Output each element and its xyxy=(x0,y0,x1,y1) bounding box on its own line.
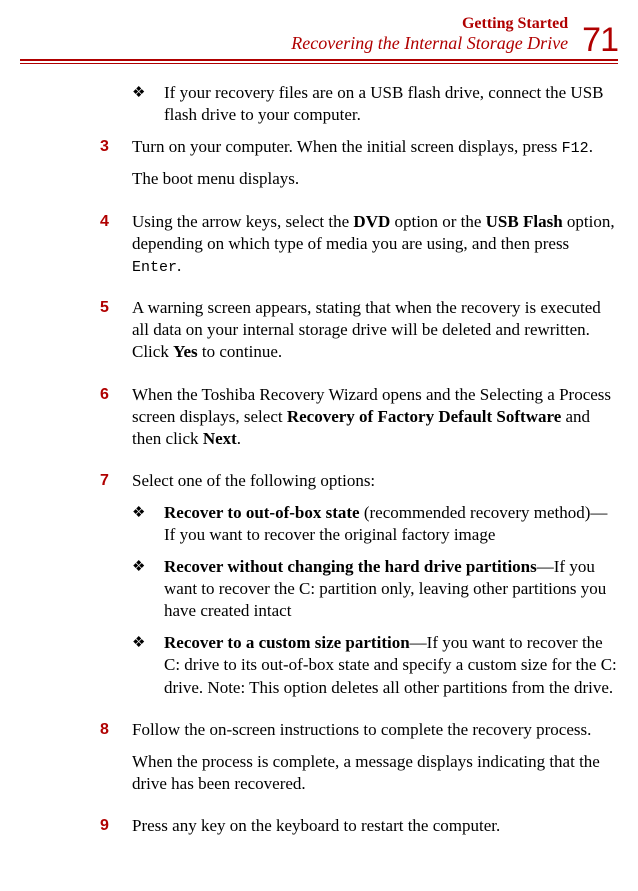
step-5: 5 A warning screen appears, stating that… xyxy=(100,297,618,373)
bullet-item: ❖ If your recovery files are on a USB fl… xyxy=(132,82,618,126)
step-number: 9 xyxy=(100,815,132,847)
bullet-text: Recover without changing the hard drive … xyxy=(164,556,618,622)
bullet-item: ❖ Recover to out-of-box state (recommend… xyxy=(132,502,618,546)
bullet-item: ❖ Recover to a custom size partition—If … xyxy=(132,632,618,698)
step-text: Turn on your computer. When the initial … xyxy=(132,136,618,159)
diamond-icon: ❖ xyxy=(132,502,164,546)
step-text: Select one of the following options: xyxy=(132,470,618,492)
step-text: Press any key on the keyboard to restart… xyxy=(132,815,618,837)
step-text: Using the arrow keys, select the DVD opt… xyxy=(132,211,618,278)
step-9: 9 Press any key on the keyboard to resta… xyxy=(100,815,618,847)
diamond-icon: ❖ xyxy=(132,82,164,126)
bullet-text: Recover to out-of-box state (recommended… xyxy=(164,502,618,546)
step-text: When the Toshiba Recovery Wizard opens a… xyxy=(132,384,618,450)
step-4: 4 Using the arrow keys, select the DVD o… xyxy=(100,211,618,288)
diamond-icon: ❖ xyxy=(132,632,164,698)
step-3: 3 Turn on your computer. When the initia… xyxy=(100,136,618,201)
step-number: 4 xyxy=(100,211,132,288)
key-label: F12 xyxy=(562,140,589,157)
diamond-icon: ❖ xyxy=(132,556,164,622)
step-number: 6 xyxy=(100,384,132,460)
step-number: 5 xyxy=(100,297,132,373)
step-number: 3 xyxy=(100,136,132,201)
step-text: A warning screen appears, stating that w… xyxy=(132,297,618,363)
step-text: Follow the on-screen instructions to com… xyxy=(132,719,618,741)
chapter-title: Getting Started xyxy=(291,14,568,33)
page-number: 71 xyxy=(582,23,618,57)
section-title: Recovering the Internal Storage Drive xyxy=(291,33,568,55)
step-number: 7 xyxy=(100,470,132,709)
bullet-text: Recover to a custom size partition—If yo… xyxy=(164,632,618,698)
step-8: 8 Follow the on-screen instructions to c… xyxy=(100,719,618,805)
page-header: Getting Started Recovering the Internal … xyxy=(20,14,618,55)
bullet-text: If your recovery files are on a USB flas… xyxy=(164,82,618,126)
header-rule-thick xyxy=(20,59,618,61)
bullet-item: ❖ Recover without changing the hard driv… xyxy=(132,556,618,622)
step-7: 7 Select one of the following options: ❖… xyxy=(100,470,618,709)
step-text: The boot menu displays. xyxy=(132,168,618,190)
step-6: 6 When the Toshiba Recovery Wizard opens… xyxy=(100,384,618,460)
key-label: Enter xyxy=(132,259,177,276)
step-text: When the process is complete, a message … xyxy=(132,751,618,795)
step-number: 8 xyxy=(100,719,132,805)
body-content: ❖ If your recovery files are on a USB fl… xyxy=(20,64,618,847)
